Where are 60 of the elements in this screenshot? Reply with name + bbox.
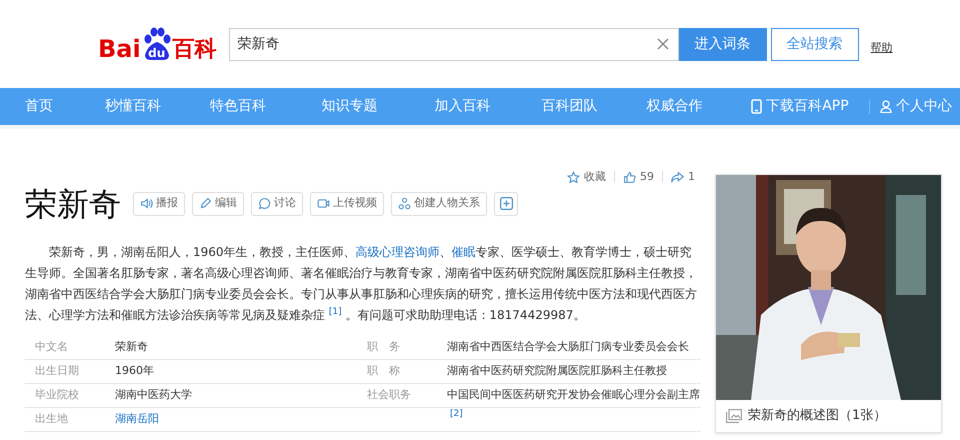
phone-icon — [751, 99, 762, 114]
logo-text: 百科 — [172, 39, 217, 61]
thumbs-up-icon — [623, 170, 636, 184]
info-value: 荣新奇 — [115, 340, 148, 353]
tool-button[interactable]: 创建人物关系 — [391, 192, 487, 216]
nav-link[interactable]: 知识专题 — [322, 96, 435, 117]
nav-link[interactable]: 首页 — [25, 96, 105, 117]
info-value: 中国民间中医医药研究开发协会催眠心理分会副主席 — [447, 386, 700, 403]
logo-text: du — [147, 47, 166, 59]
search-field[interactable]: 荣新奇 — [228, 28, 679, 60]
info-link[interactable]: 湖南岳阳 — [115, 412, 159, 425]
chat-icon — [258, 197, 271, 210]
nav-link[interactable]: 百科团队 — [541, 96, 646, 117]
nav-link[interactable]: 特色百科 — [210, 96, 322, 117]
pencil-icon — [199, 197, 212, 210]
share-arrow-icon — [671, 170, 684, 184]
gallery-icon — [726, 409, 742, 423]
relation-icon — [398, 197, 411, 210]
add-button[interactable] — [494, 192, 518, 216]
reference-link[interactable]: [1] — [328, 307, 342, 317]
entry-title: 荣新奇 — [25, 188, 121, 220]
video-camera-icon — [317, 197, 330, 210]
stat-link[interactable]: 1 — [671, 169, 695, 186]
help-link[interactable]: 帮助 — [870, 40, 893, 56]
info-value: 湖南省中西医结合学会大肠肛门病专业委员会会长 — [447, 338, 689, 355]
info-label: 中文名 — [35, 338, 69, 355]
tool-button[interactable]: 讨论 — [251, 192, 303, 216]
paw-logo-icon — [142, 27, 172, 61]
info-label: 职 称 — [367, 364, 400, 377]
summary-link[interactable]: 高级心理咨询师 — [356, 244, 440, 258]
summary-link[interactable]: 催眠 — [452, 244, 476, 258]
info-value: 湖南中医药大学 — [115, 388, 192, 401]
tool-button[interactable]: 编辑 — [192, 192, 244, 216]
user-icon — [880, 100, 892, 113]
album-caption[interactable]: 荣新奇的概述图（1张） — [748, 406, 886, 426]
info-label: 出生日期 — [35, 362, 80, 379]
info-label: 社会职务 — [367, 388, 411, 401]
nav-link[interactable]: 加入百科 — [434, 96, 542, 117]
logo-text: Bai — [98, 37, 141, 61]
tool-button[interactable]: 上传视频 — [310, 192, 384, 216]
nav-link[interactable]: 秒懂百科 — [104, 96, 210, 117]
info-value: 湖南省中医药研究院附属医院肛肠科主任教授 — [447, 362, 667, 379]
nav-link[interactable]: 权威合作 — [646, 96, 752, 117]
reference-link[interactable]: [2] — [450, 410, 463, 418]
search-button[interactable]: 进入词条 — [678, 28, 767, 60]
stat-link[interactable]: 59 — [623, 169, 654, 186]
speaker-icon — [140, 197, 153, 210]
info-label: 职 务 — [367, 340, 400, 353]
info-label: 出生地 — [35, 410, 69, 427]
clear-icon[interactable] — [656, 38, 669, 50]
tool-button[interactable]: 播报 — [133, 192, 185, 216]
star-icon — [567, 170, 580, 184]
stat-link[interactable]: 收藏 — [567, 169, 606, 186]
info-label: 毕业院校 — [35, 386, 80, 403]
nav-link[interactable]: 下载百科APP — [751, 96, 870, 117]
info-value: 1960年 — [115, 364, 154, 377]
nav-link[interactable]: 个人中心 — [880, 96, 960, 117]
plus-icon — [500, 197, 512, 210]
search-button[interactable]: 全站搜索 — [770, 28, 859, 60]
summary-paragraph: 荣新奇，男，湖南岳阳人，1960年生，教授，主任医师、高级心理咨询师、催眠专家、医学硕士、教育学博士，硕士研究生导师。全国著名肛肠专家，著名高级心理咨询师、著名催眠治疗与教育专家，湖南省中医药研究院附属医院肛肠科主任教授，湖南省中西医结合学会大肠肛门病专业委员会会长。专门从事从事肛肠和心理疾病的研究，擅长运用传统中医方法和现代西医方法、心理学方法和催眠方法诊治疾病等常见病及疑难杂症 $^{[1]}$ 。有问题可求助助理电话：18174429987。 — [25, 244, 698, 324]
